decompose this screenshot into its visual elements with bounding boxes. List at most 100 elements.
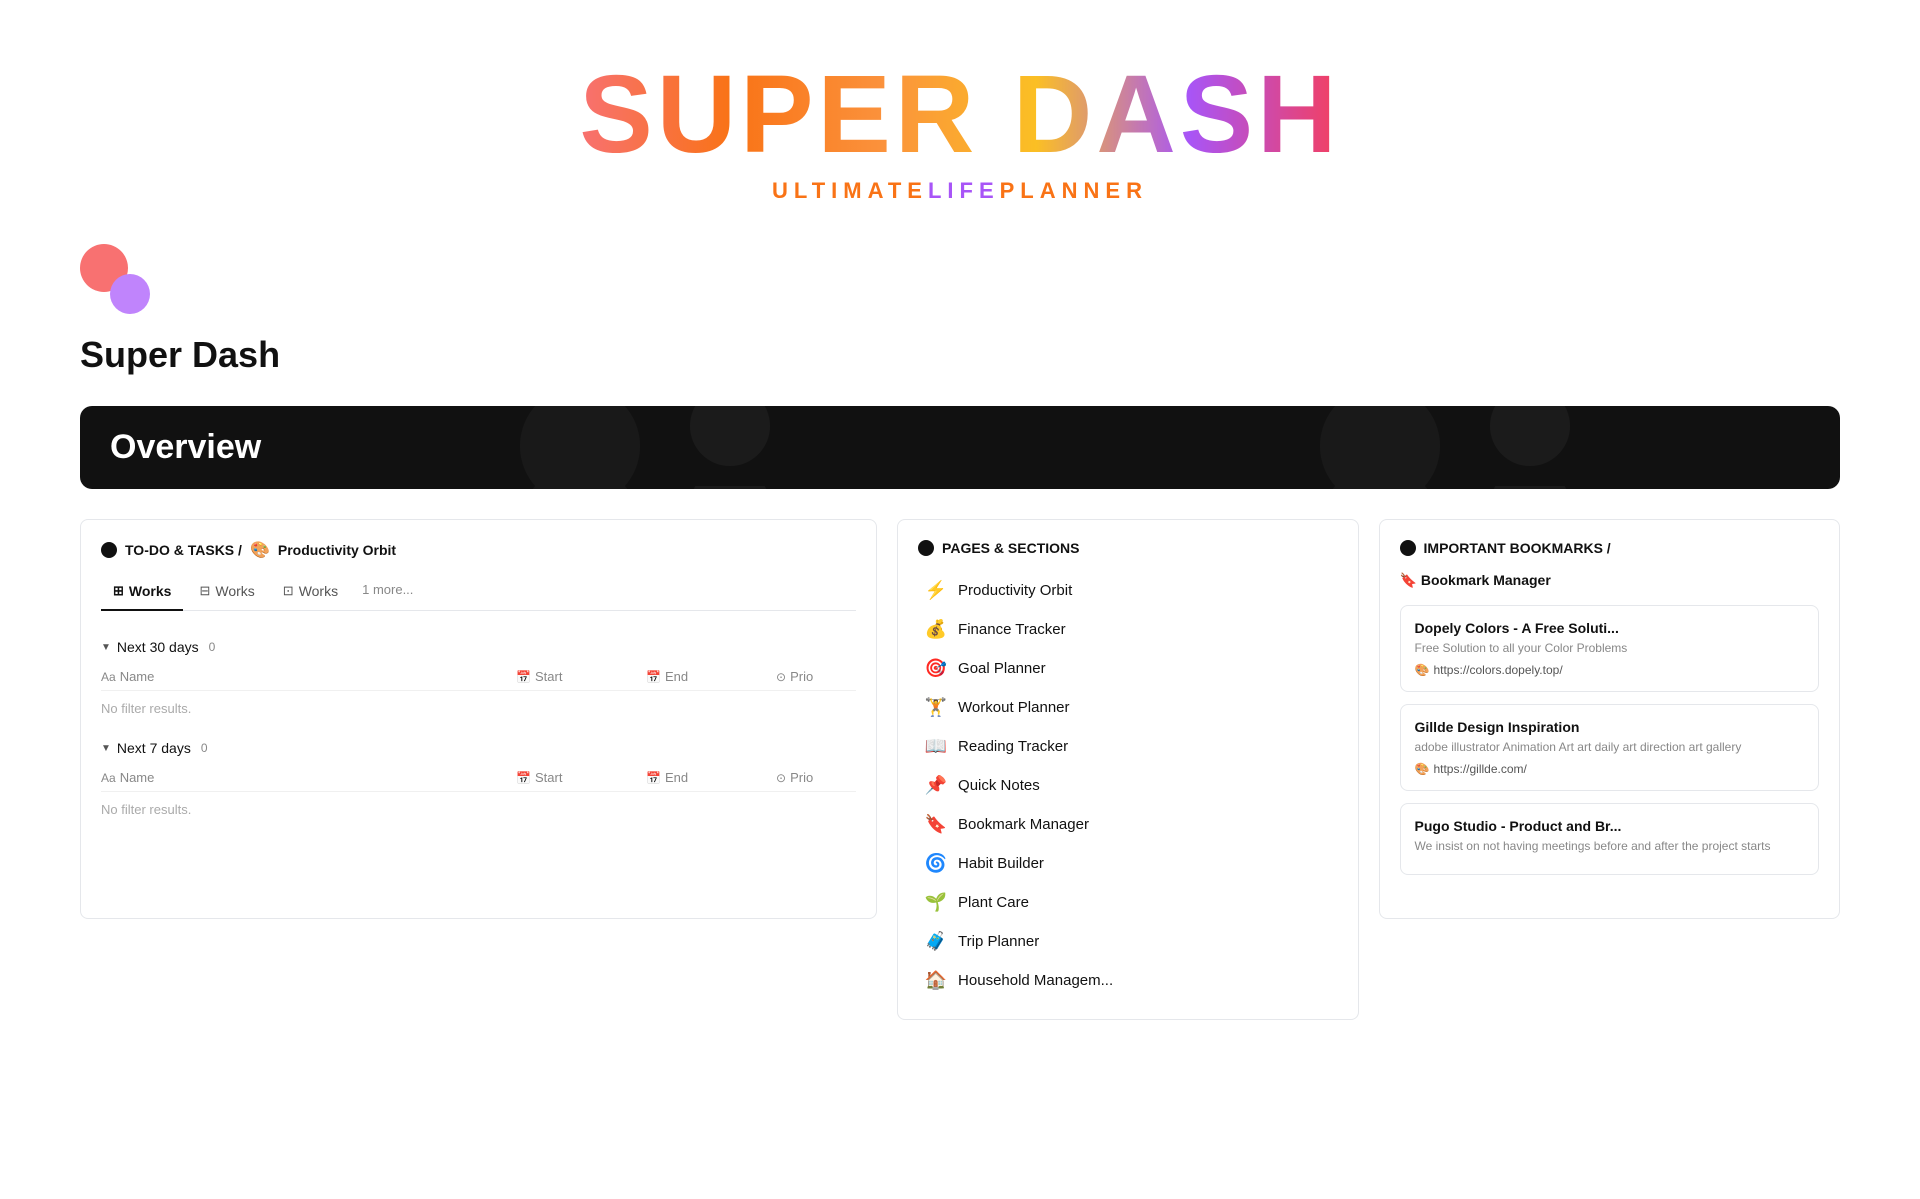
th-end-icon-7: 📅 — [646, 771, 661, 785]
page-emoji-workout: 🏋️ — [924, 697, 948, 718]
page-label-trip: Trip Planner — [958, 933, 1039, 950]
page-label-household: Household Managem... — [958, 972, 1113, 989]
th-prio-7: ⊙ Prio — [776, 770, 856, 785]
tab-more[interactable]: 1 more... — [354, 576, 421, 610]
hero-section: SUPER DASH ULTIMATELIFEPLANNER — [0, 0, 1920, 234]
page-emoji-goal: 🎯 — [924, 658, 948, 679]
tab-icon-3: ⊡ — [283, 583, 294, 599]
tab-label-3: Works — [299, 583, 338, 599]
th-end-7: 📅 End — [646, 770, 776, 785]
section-30-days[interactable]: ▼ Next 30 days 0 — [101, 631, 856, 663]
th-name-label-30: Name — [120, 669, 155, 684]
no-results-30: No filter results. — [101, 691, 856, 732]
bookmarks-header-text: IMPORTANT BOOKMARKS / — [1424, 540, 1611, 556]
list-item-notes[interactable]: 📌 Quick Notes — [918, 767, 1337, 804]
th-name-icon-30: Aa — [101, 670, 116, 684]
page-emoji-bookmark: 🔖 — [924, 814, 948, 835]
page-title-section: Super Dash — [0, 314, 1920, 406]
bookmark-url-gillde: 🎨 https://gillde.com/ — [1415, 762, 1804, 776]
bookmarks-subheader-text: 🔖 Bookmark Manager — [1400, 572, 1551, 589]
list-item-trip[interactable]: 🧳 Trip Planner — [918, 923, 1337, 960]
chevron-30: ▼ — [101, 642, 111, 653]
th-name-label-7: Name — [120, 770, 155, 785]
page-emoji-plant: 🌱 — [924, 892, 948, 913]
bookmark-card-gillde[interactable]: Gillde Design Inspiration adobe illustra… — [1400, 704, 1819, 791]
th-prio-icon-7: ⊙ — [776, 771, 786, 785]
section-7-days[interactable]: ▼ Next 7 days 0 — [101, 732, 856, 764]
tab-works-3[interactable]: ⊡ Works — [271, 577, 350, 611]
todo-header-text: TO-DO & TASKS / — [125, 542, 242, 558]
bookmarks-column-header: IMPORTANT BOOKMARKS / — [1400, 540, 1819, 556]
th-start-icon-30: 📅 — [516, 670, 531, 684]
page-emoji-trip: 🧳 — [924, 931, 948, 952]
th-start-7: 📅 Start — [516, 770, 646, 785]
list-item-workout[interactable]: 🏋️ Workout Planner — [918, 689, 1337, 726]
todo-tabs: ⊞ Works ⊟ Works ⊡ Works 1 more... — [101, 576, 856, 611]
th-prio-label-30: Prio — [790, 669, 813, 684]
list-item-household[interactable]: 🏠 Household Managem... — [918, 962, 1337, 999]
th-end-label-30: End — [665, 669, 688, 684]
bookmark-url-text-dopely: https://colors.dopely.top/ — [1433, 663, 1562, 677]
page-label-plant: Plant Care — [958, 894, 1029, 911]
page-title: Super Dash — [80, 334, 1840, 376]
page-label-workout: Workout Planner — [958, 699, 1069, 716]
subtitle-life: LIFE — [928, 178, 1000, 203]
table-header-30: Aa Name 📅 Start 📅 End ⊙ Prio — [101, 663, 856, 691]
tab-works-1[interactable]: ⊞ Works — [101, 577, 183, 611]
logo-icon-section — [0, 234, 1920, 314]
page-label-bookmark: Bookmark Manager — [958, 816, 1089, 833]
th-name-icon-7: Aa — [101, 771, 116, 785]
page-label-finance: Finance Tracker — [958, 621, 1066, 638]
th-start-label-7: Start — [535, 770, 562, 785]
page-emoji-reading: 📖 — [924, 736, 948, 757]
page-emoji-notes: 📌 — [924, 775, 948, 796]
bookmark-card-dopely[interactable]: Dopely Colors - A Free Soluti... Free So… — [1400, 605, 1819, 692]
subtitle-ultimate: ULTIMATE — [772, 178, 928, 203]
bookmark-title-pugo: Pugo Studio - Product and Br... — [1415, 818, 1804, 834]
tab-icon-1: ⊞ — [113, 583, 124, 599]
bookmark-desc-gillde: adobe illustrator Animation Art art dail… — [1415, 739, 1804, 756]
list-item-reading[interactable]: 📖 Reading Tracker — [918, 728, 1337, 765]
list-item-productivity[interactable]: ⚡ Productivity Orbit — [918, 572, 1337, 609]
list-item-finance[interactable]: 💰 Finance Tracker — [918, 611, 1337, 648]
page-emoji-habit: 🌀 — [924, 853, 948, 874]
pages-column: PAGES & SECTIONS ⚡ Productivity Orbit 💰 … — [897, 519, 1358, 1020]
section-7-count: 0 — [201, 741, 208, 755]
overview-banner-title: Overview — [110, 428, 261, 466]
th-prio-label-7: Prio — [790, 770, 813, 785]
overview-banner: Overview — [80, 406, 1840, 489]
pages-dot — [918, 540, 934, 556]
th-name-30: Aa Name — [101, 669, 516, 684]
list-item-goal[interactable]: 🎯 Goal Planner — [918, 650, 1337, 687]
page-label-habit: Habit Builder — [958, 855, 1044, 872]
th-end-icon-30: 📅 — [646, 670, 661, 684]
tab-works-2[interactable]: ⊟ Works — [187, 577, 266, 611]
subtitle-planner: PLANNER — [1000, 178, 1148, 203]
bookmark-desc-dopely: Free Solution to all your Color Problems — [1415, 640, 1804, 657]
th-start-30: 📅 Start — [516, 669, 646, 684]
page-emoji-finance: 💰 — [924, 619, 948, 640]
bookmark-url-dopely: 🎨 https://colors.dopely.top/ — [1415, 663, 1804, 677]
list-item-habit[interactable]: 🌀 Habit Builder — [918, 845, 1337, 882]
todo-project-name: Productivity Orbit — [278, 542, 396, 558]
logo-circles — [80, 244, 150, 314]
pages-list: ⚡ Productivity Orbit 💰 Finance Tracker 🎯… — [918, 572, 1337, 999]
circle-purple — [110, 274, 150, 314]
tab-label-2: Works — [215, 583, 254, 599]
bookmark-card-pugo[interactable]: Pugo Studio - Product and Br... We insis… — [1400, 803, 1819, 876]
hero-subtitle: ULTIMATELIFEPLANNER — [0, 178, 1920, 204]
th-start-label-30: Start — [535, 669, 562, 684]
page-emoji-productivity: ⚡ — [924, 580, 948, 601]
th-end-30: 📅 End — [646, 669, 776, 684]
list-item-bookmark[interactable]: 🔖 Bookmark Manager — [918, 806, 1337, 843]
pages-column-header: PAGES & SECTIONS — [918, 540, 1337, 556]
list-item-plant[interactable]: 🌱 Plant Care — [918, 884, 1337, 921]
bookmarks-subheader: 🔖 Bookmark Manager — [1400, 572, 1819, 589]
page-label-goal: Goal Planner — [958, 660, 1046, 677]
th-prio-icon-30: ⊙ — [776, 670, 786, 684]
bookmark-desc-pugo: We insist on not having meetings before … — [1415, 838, 1804, 855]
section-30-label: Next 30 days — [117, 639, 199, 655]
bookmark-url-icon-gillde: 🎨 — [1415, 762, 1430, 776]
todo-column: TO-DO & TASKS / 🎨 Productivity Orbit ⊞ W… — [80, 519, 877, 919]
bookmark-title-dopely: Dopely Colors - A Free Soluti... — [1415, 620, 1804, 636]
